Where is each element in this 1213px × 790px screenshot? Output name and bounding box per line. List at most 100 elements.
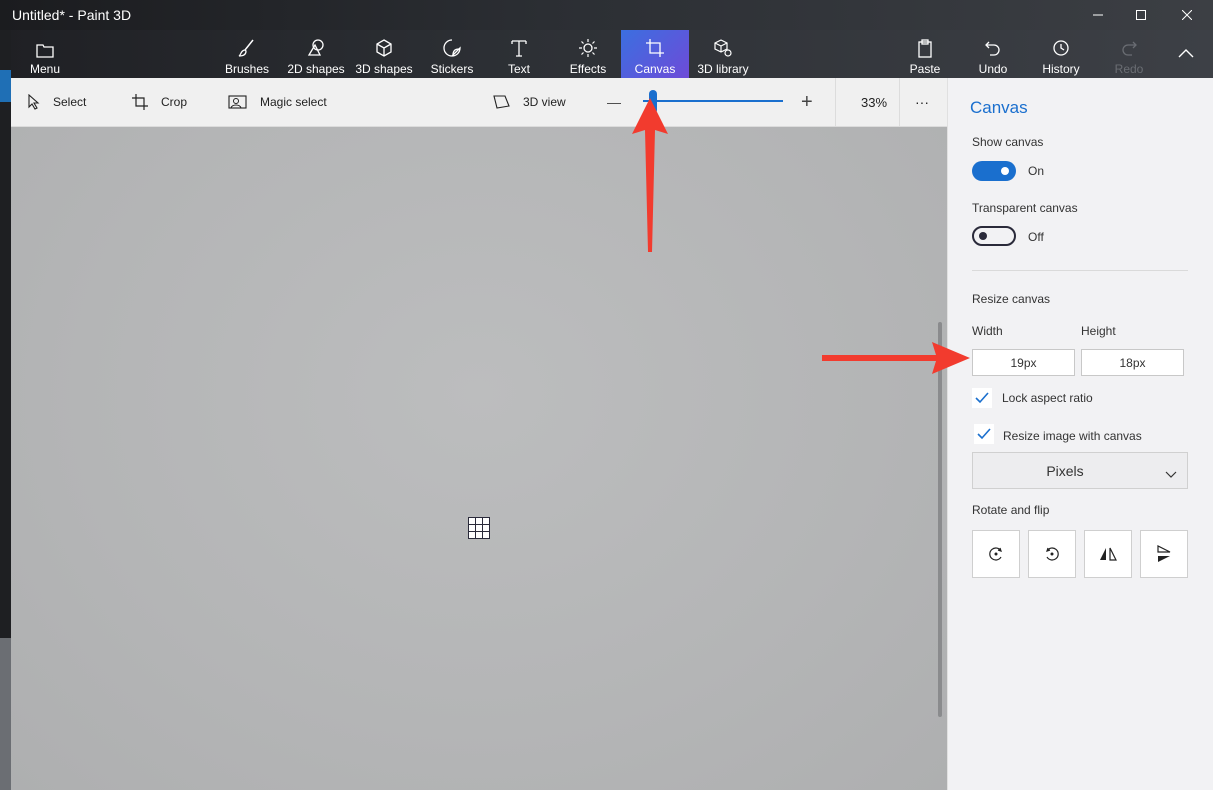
rotate-flip-label: Rotate and flip [972,503,1050,517]
vertical-scrollbar[interactable] [938,322,942,717]
window-title: Untitled* - Paint 3D [12,7,132,23]
folder-icon [36,34,54,58]
checkmark-icon [977,428,991,440]
3d-view-toggle[interactable]: 3D view [493,78,566,126]
minimize-icon [1093,14,1103,16]
select-tool[interactable]: Select [27,78,86,126]
collapse-ribbon-button[interactable] [1166,30,1206,78]
background-window-edge [0,30,11,790]
height-label: Height [1081,324,1116,338]
zoom-divider-2 [899,78,900,126]
menu-button[interactable]: Menu [18,30,72,78]
undo-icon [983,34,1003,58]
ribbon: Menu Brushes 2D shapes 3D shapes Sticker… [0,30,1213,78]
flip-vertical-button[interactable] [1140,530,1188,578]
minimize-button[interactable] [1075,0,1121,30]
tab-3d-library-label: 3D library [697,62,749,76]
lock-aspect-checkbox[interactable] [972,388,992,408]
chevron-down-icon [1165,466,1177,484]
annotation-arrow-right [822,342,970,374]
units-dropdown[interactable]: Pixels [972,452,1188,489]
show-canvas-label: Show canvas [972,135,1044,149]
tab-stickers[interactable]: Stickers [425,30,479,78]
crop-icon [131,93,149,111]
rotate-right-icon [1046,547,1059,561]
close-button[interactable] [1164,0,1210,30]
tab-text-label: Text [507,62,530,76]
canvas-grid-icon[interactable] [468,517,490,544]
width-label: Width [972,324,1003,338]
redo-icon [1119,34,1139,58]
show-canvas-state: On [1028,164,1045,178]
crop-tool[interactable]: Crop [131,78,187,126]
title-bar: Untitled* - Paint 3D [0,0,1213,30]
3d-view-icon [493,94,511,110]
transparent-canvas-toggle[interactable] [972,226,1016,246]
history-label: History [1042,62,1080,76]
magic-select-icon [228,94,248,110]
flip-horizontal-button[interactable] [1084,530,1132,578]
show-canvas-toggle[interactable] [972,161,1016,181]
history-button[interactable]: History [1036,30,1086,78]
maximize-button[interactable] [1118,0,1164,30]
maximize-icon [1136,10,1146,20]
cursor-icon [27,94,41,110]
menu-label: Menu [29,62,61,76]
zoom-level[interactable]: 33% [861,78,887,126]
sun-icon [578,34,598,58]
text-icon [509,34,529,58]
tab-brushes-label: Brushes [224,62,270,76]
close-icon [1182,10,1192,20]
height-value: 18px [1119,355,1146,370]
cube-icon [374,34,394,58]
width-value: 19px [1010,355,1037,370]
tab-2d-shapes-label: 2D shapes [287,62,345,76]
flip-vertical-icon [1157,545,1171,562]
more-options-label: ··· [915,94,929,110]
tab-effects[interactable]: Effects [561,30,615,78]
history-icon [1051,34,1071,58]
chevron-up-icon [1178,47,1194,61]
3d-library-icon [713,34,733,58]
width-field[interactable]: 19px [972,349,1075,376]
paste-button[interactable]: Paste [900,30,950,78]
checkmark-icon [975,392,989,404]
zoom-in-button[interactable]: + [801,78,813,126]
resize-image-checkbox[interactable] [974,424,994,444]
paste-label: Paste [909,62,941,76]
tab-3d-library[interactable]: 3D library [695,30,751,78]
undo-button[interactable]: Undo [968,30,1018,78]
zoom-in-label: + [801,90,813,113]
magic-select-tool[interactable]: Magic select [228,78,327,126]
panel-divider [972,270,1188,271]
zoom-divider [835,78,836,126]
sticker-icon [442,34,462,58]
zoom-out-button[interactable]: — [607,78,621,126]
tab-canvas[interactable]: Canvas [621,30,689,78]
redo-button[interactable]: Redo [1104,30,1154,78]
select-label: Select [53,95,87,109]
2d-shapes-icon [306,34,326,58]
height-field[interactable]: 18px [1081,349,1184,376]
tab-3d-shapes-label: 3D shapes [355,62,413,76]
brush-icon [237,34,257,58]
resize-image-label: Resize image with canvas [1003,429,1142,443]
crop-label: Crop [161,95,188,109]
annotation-arrow-up [632,98,668,252]
redo-label: Redo [1114,62,1144,76]
zoom-level-text: 33% [861,94,888,110]
panel-title: Canvas [970,98,1028,117]
canvas-crop-icon [645,34,665,58]
rotate-left-button[interactable] [972,530,1020,578]
transparent-canvas-state: Off [1028,230,1044,244]
units-value: Pixels [1046,463,1084,479]
canvas-workspace[interactable] [11,127,947,790]
tab-2d-shapes[interactable]: 2D shapes [286,30,346,78]
tab-3d-shapes[interactable]: 3D shapes [354,30,414,78]
clipboard-icon [915,34,935,58]
more-options-button[interactable]: ··· [915,78,929,126]
zoom-out-label: — [607,94,621,110]
tab-brushes[interactable]: Brushes [220,30,274,78]
rotate-right-button[interactable] [1028,530,1076,578]
tab-text[interactable]: Text [497,30,541,78]
